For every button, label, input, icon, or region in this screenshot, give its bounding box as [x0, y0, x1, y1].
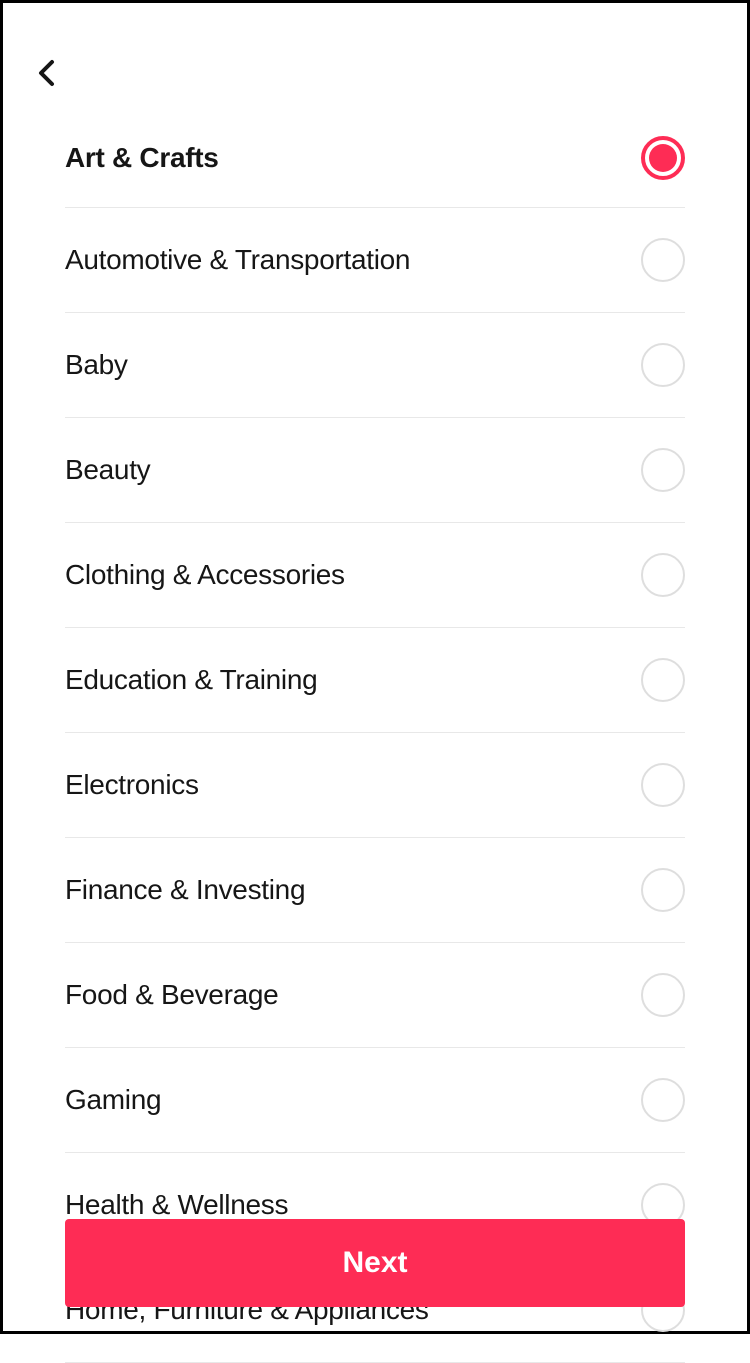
next-button[interactable]: Next — [65, 1219, 685, 1307]
category-item[interactable]: Gaming — [65, 1048, 685, 1153]
category-label: Automotive & Transportation — [65, 244, 410, 276]
radio-button[interactable] — [641, 763, 685, 807]
category-item[interactable]: Automotive & Transportation — [65, 208, 685, 313]
radio-button[interactable] — [641, 868, 685, 912]
radio-button[interactable] — [641, 238, 685, 282]
radio-button[interactable] — [641, 343, 685, 387]
category-label: Art & Crafts — [65, 142, 219, 174]
radio-button[interactable] — [641, 973, 685, 1017]
radio-button[interactable] — [641, 553, 685, 597]
category-item[interactable]: Art & Crafts — [65, 108, 685, 208]
category-item[interactable]: Education & Training — [65, 628, 685, 733]
radio-button[interactable] — [641, 658, 685, 702]
category-label: Beauty — [65, 454, 150, 486]
category-item[interactable]: Finance & Investing — [65, 838, 685, 943]
category-label: Baby — [65, 349, 128, 381]
category-item[interactable]: Electronics — [65, 733, 685, 838]
category-label: Food & Beverage — [65, 979, 278, 1011]
radio-button[interactable] — [641, 136, 685, 180]
category-label: Education & Training — [65, 664, 317, 696]
category-label: Electronics — [65, 769, 199, 801]
radio-button[interactable] — [641, 1078, 685, 1122]
next-button-label: Next — [342, 1246, 407, 1280]
back-icon[interactable] — [33, 58, 63, 88]
category-label: Health & Wellness — [65, 1189, 288, 1221]
category-list: Art & Crafts Automotive & Transportation B… — [3, 108, 747, 1363]
category-item[interactable]: Baby — [65, 313, 685, 418]
category-label: Finance & Investing — [65, 874, 305, 906]
category-item[interactable]: Beauty — [65, 418, 685, 523]
category-label: Clothing & Accessories — [65, 559, 345, 591]
category-item[interactable]: Food & Beverage — [65, 943, 685, 1048]
header — [3, 3, 747, 108]
radio-button[interactable] — [641, 448, 685, 492]
category-label: Gaming — [65, 1084, 161, 1116]
category-item[interactable]: Clothing & Accessories — [65, 523, 685, 628]
